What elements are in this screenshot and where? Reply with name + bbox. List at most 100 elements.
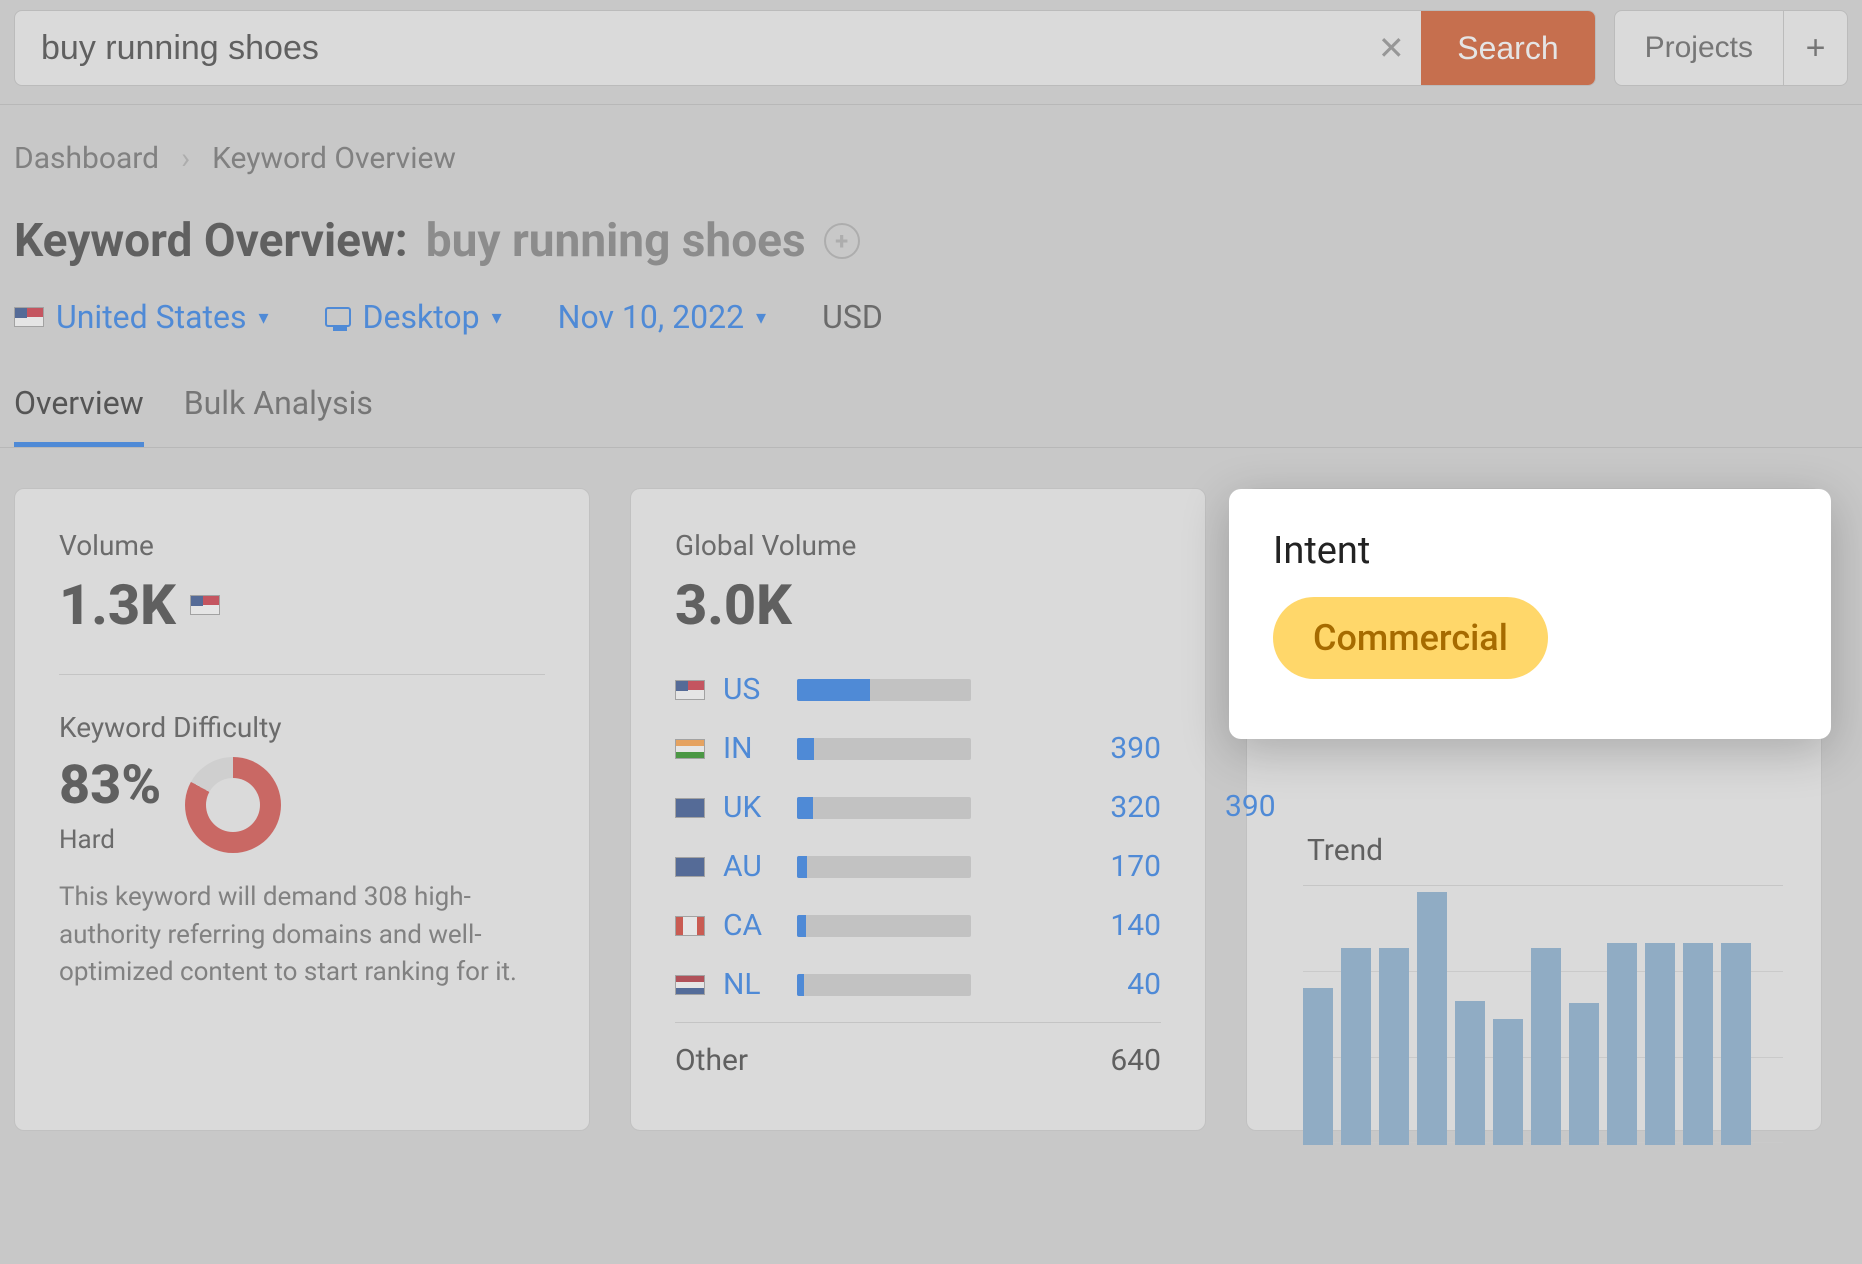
volume-number[interactable]: 390 [1110,731,1161,766]
volume-number[interactable]: 320 [1110,790,1161,825]
flag-us-icon [675,680,705,700]
right-card: 390 Intent Commercial Trend [1246,488,1822,1131]
kd-level: Hard [59,825,161,855]
kd-description: This keyword will demand 308 high-author… [59,879,545,992]
trend-bar [1531,948,1561,1145]
other-label: Other [675,1043,748,1078]
volume-bar [797,856,971,878]
kd-value: 83% [59,754,161,817]
country-code[interactable]: UK [723,790,779,825]
clear-icon[interactable]: ✕ [1361,11,1421,85]
intent-badge: Commercial [1273,597,1548,679]
volume-number[interactable]: 40 [1127,967,1161,1002]
breadcrumb: Dashboard › Keyword Overview [0,105,1862,176]
global-volume-row: CA 140 [675,896,1161,955]
search-input[interactable] [15,11,1361,85]
country-label: United States [56,298,246,336]
kd-label: Keyword Difficulty [59,711,545,744]
chevron-down-icon: ▾ [492,305,502,329]
device-filter[interactable]: Desktop ▾ [325,298,502,336]
volume-bar [797,915,971,937]
chevron-down-icon: ▾ [258,305,268,329]
page-title-keyword: buy running shoes [426,214,806,268]
country-code[interactable]: IN [723,731,779,766]
flag-us-icon [14,307,44,327]
country-code[interactable]: US [723,672,779,707]
page-title-prefix: Keyword Overview: [14,214,408,268]
divider [675,1022,1161,1023]
projects-group: Projects + [1614,10,1848,86]
trend-bar [1417,892,1447,1145]
country-code[interactable]: CA [723,908,779,943]
tabs: Overview Bulk Analysis [0,336,1862,448]
add-keyword-icon[interactable]: + [824,223,860,259]
global-volume-label: Global Volume [675,529,1161,562]
other-value: 640 [1110,1043,1161,1078]
flag-ca-icon [675,916,705,936]
trend-bar [1683,943,1713,1145]
volume-bar [797,738,971,760]
divider [59,674,545,675]
trend-bar [1493,1019,1523,1146]
global-volume-other-row: Other 640 [675,1031,1161,1090]
volume-number[interactable]: 140 [1110,908,1161,943]
breadcrumb-current: Keyword Overview [212,141,456,176]
trend-bar [1379,948,1409,1145]
intent-card: Intent Commercial [1229,489,1831,739]
volume-bar [797,797,971,819]
trend-label: Trend [1307,833,1383,868]
intent-label: Intent [1273,529,1787,573]
chevron-right-icon: › [181,141,190,176]
filters-row: United States ▾ Desktop ▾ Nov 10, 2022 ▾… [0,268,1862,336]
tab-overview[interactable]: Overview [14,384,144,447]
volume-card: Volume 1.3K Keyword Difficulty 83% Hard … [14,488,590,1131]
global-volume-row: IN 390 [675,719,1161,778]
trend-bar [1455,1001,1485,1145]
global-volume-row: US [675,660,1161,719]
country-filter[interactable]: United States ▾ [14,298,269,336]
flag-uk-icon [675,798,705,818]
device-label: Desktop [363,298,480,336]
volume-bar [797,974,971,996]
search-wrapper: ✕ Search [14,10,1596,86]
trend-chart [1303,885,1783,1145]
volume-label: Volume [59,529,545,562]
trend-bar [1645,943,1675,1145]
date-filter[interactable]: Nov 10, 2022 ▾ [558,298,766,336]
tab-bulk-analysis[interactable]: Bulk Analysis [184,384,373,447]
global-volume-row: AU 170 [675,837,1161,896]
volume-number: 1.3K [59,572,176,638]
volume-number[interactable]: 170 [1110,849,1161,884]
chevron-down-icon: ▾ [756,305,766,329]
cards-row: Volume 1.3K Keyword Difficulty 83% Hard … [0,448,1862,1131]
trend-bar [1341,948,1371,1145]
flag-au-icon [675,857,705,877]
partially-hidden-value: 390 [1225,789,1276,824]
volume-bar [797,679,971,701]
add-project-button[interactable]: + [1783,11,1847,85]
desktop-icon [325,307,351,327]
breadcrumb-dashboard[interactable]: Dashboard [14,141,159,176]
global-volume-value: 3.0K [675,572,1161,638]
flag-in-icon [675,739,705,759]
page-title: Keyword Overview: buy running shoes + [0,176,1862,268]
kd-donut-chart [185,757,281,853]
trend-bar [1569,1003,1599,1145]
trend-bar [1303,988,1333,1145]
projects-button[interactable]: Projects [1615,11,1783,85]
flag-nl-icon [675,975,705,995]
volume-value: 1.3K [59,572,545,638]
date-label: Nov 10, 2022 [558,298,744,336]
global-volume-row: NL 40 [675,955,1161,1014]
global-volume-row: UK 320 [675,778,1161,837]
global-volume-card: Global Volume 3.0K US IN 390 UK 320 AU 170 CA 14… [630,488,1206,1131]
trend-bar [1721,943,1751,1145]
trend-bar [1607,943,1637,1145]
country-code[interactable]: NL [723,967,779,1002]
search-button[interactable]: Search [1421,11,1594,85]
global-volume-list: US IN 390 UK 320 AU 170 CA 140 NL 40 [675,660,1161,1014]
flag-us-icon [190,595,220,615]
top-bar: ✕ Search Projects + [0,0,1862,104]
currency-label: USD [822,298,883,336]
country-code[interactable]: AU [723,849,779,884]
